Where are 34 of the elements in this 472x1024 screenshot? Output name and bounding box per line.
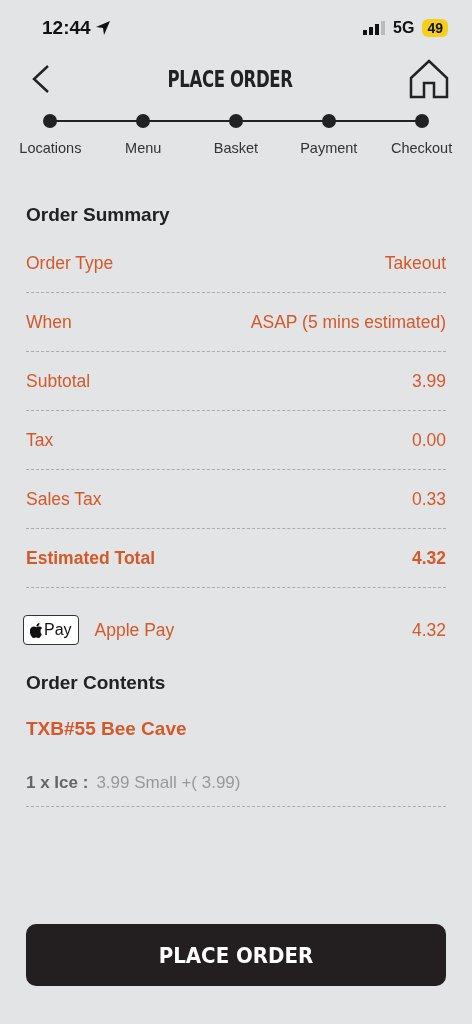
summary-label: When — [26, 311, 72, 333]
location-arrow-icon — [94, 20, 111, 36]
section-heading: Order Summary — [26, 204, 171, 226]
summary-value: 0.00 — [411, 429, 446, 451]
battery-indicator: 49 — [422, 19, 448, 37]
summary-value: Takeout — [384, 252, 446, 274]
payment-method: Apple Pay — [94, 619, 175, 641]
item-detail: 3.99 Small +( 3.99) — [96, 773, 241, 793]
network-label: 5G — [393, 19, 415, 37]
summary-value: ASAP (5 mins estimated) — [250, 311, 446, 333]
clock: 12:44 — [42, 17, 111, 39]
summary-label: Estimated Total — [26, 547, 155, 569]
step-label[interactable]: Payment — [300, 140, 358, 156]
step-label[interactable]: Basket — [213, 140, 259, 156]
summary-value: 0.33 — [411, 488, 446, 510]
home-button[interactable] — [408, 59, 450, 99]
apple-pay-badge: Pay — [23, 615, 79, 645]
summary-value: 3.99 — [411, 370, 446, 392]
summary-label: Order Type — [26, 252, 114, 274]
step-label[interactable]: Checkout — [390, 140, 453, 156]
section-heading: Order Contents — [26, 672, 167, 694]
step-label[interactable]: Locations — [19, 140, 82, 156]
page-title: PLACE ORDER — [167, 66, 293, 92]
summary-label: Tax — [26, 429, 54, 451]
apple-icon — [30, 622, 43, 638]
summary-label: Subtotal — [26, 370, 91, 392]
payment-amount: 4.32 — [411, 619, 446, 641]
step-label[interactable]: Menu — [125, 140, 162, 156]
summary-label: Sales Tax — [26, 488, 102, 510]
summary-value: 4.32 — [411, 547, 446, 569]
item-quantity: 1 x Ice : — [26, 773, 89, 793]
signal-icon — [363, 21, 386, 35]
store-name: TXB#55 Bee Cave — [26, 718, 188, 740]
place-order-button[interactable]: PLACE ORDER — [26, 924, 446, 986]
